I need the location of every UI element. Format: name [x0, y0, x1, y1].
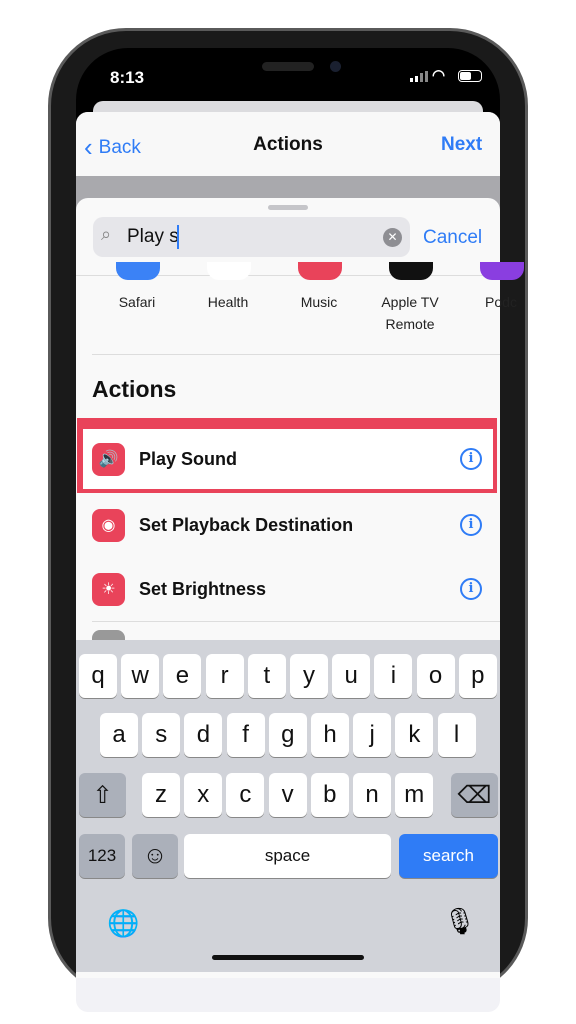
sheet-grabber[interactable] — [268, 205, 308, 210]
back-button[interactable]: ‹ Back — [84, 132, 141, 163]
divider — [92, 354, 500, 355]
app-item[interactable]: Music — [274, 262, 364, 342]
key-g[interactable]: g — [268, 713, 307, 757]
action-row[interactable]: ☀ Set Brightness i — [76, 557, 500, 621]
next-button[interactable]: Next — [441, 134, 482, 156]
key-q[interactable]: q — [79, 654, 117, 698]
info-icon[interactable]: i — [460, 578, 482, 600]
info-icon[interactable]: i — [460, 448, 482, 470]
app-icon — [207, 262, 251, 280]
app-label: Music — [300, 294, 338, 310]
shift-key[interactable]: ⇧ — [79, 773, 126, 817]
key-u[interactable]: u — [332, 654, 371, 698]
app-label: Health — [207, 294, 249, 310]
numbers-key[interactable]: 123 — [79, 834, 125, 878]
key-n[interactable]: n — [353, 773, 391, 817]
search-input[interactable]: ⌕ Play s ✕ — [93, 217, 410, 257]
search-value: Play s — [127, 226, 179, 247]
app-item[interactable]: Podc — [456, 262, 546, 342]
key-t[interactable]: t — [247, 654, 286, 698]
speaker-grille — [262, 62, 314, 71]
delete-key[interactable]: ⌫ — [451, 773, 498, 817]
key-v[interactable]: v — [268, 773, 307, 817]
text-cursor — [177, 225, 179, 249]
info-icon[interactable]: i — [460, 514, 482, 536]
speaker-icon: 🔊 — [92, 442, 125, 476]
chevron-left-icon: ‹ — [84, 132, 93, 162]
key-m[interactable]: m — [395, 773, 434, 817]
action-label: Play Sound — [139, 448, 238, 469]
wifi-icon: ◠ — [432, 67, 446, 84]
action-label: Set Brightness — [139, 578, 267, 599]
search-icon: ⌕ — [101, 224, 112, 244]
key-b[interactable]: b — [310, 773, 349, 817]
signal-icon — [410, 71, 428, 82]
key-s[interactable]: s — [142, 713, 181, 757]
key-x[interactable]: x — [184, 773, 223, 817]
key-w[interactable]: w — [121, 654, 160, 698]
space-key[interactable]: space — [184, 834, 391, 878]
key-a[interactable]: a — [100, 713, 138, 757]
key-j[interactable]: j — [353, 713, 392, 757]
key-i[interactable]: i — [374, 654, 413, 698]
sun-icon: ☀ — [92, 572, 125, 606]
key-o[interactable]: o — [416, 654, 455, 698]
cancel-button[interactable]: Cancel — [423, 227, 482, 249]
app-item[interactable]: Health — [183, 262, 273, 342]
app-label: Apple TV Remote — [381, 294, 439, 332]
key-c[interactable]: c — [226, 773, 265, 817]
key-k[interactable]: k — [395, 713, 434, 757]
back-label: Back — [98, 136, 141, 158]
app-icon — [389, 262, 433, 280]
key-p[interactable]: p — [458, 654, 497, 698]
page-title: Actions — [253, 134, 323, 155]
status-time: 8:13 — [110, 68, 145, 87]
key-z[interactable]: z — [142, 773, 180, 817]
section-header: Actions — [92, 376, 177, 402]
key-e[interactable]: e — [163, 654, 202, 698]
divider — [92, 621, 500, 622]
action-label: Set Playback Destination — [139, 514, 354, 535]
search-key[interactable]: search — [399, 834, 498, 878]
app-item[interactable]: Apple TV Remote — [365, 262, 455, 342]
action-row[interactable]: ◉ Set Playback Destination i — [76, 493, 500, 557]
key-y[interactable]: y — [290, 654, 328, 698]
home-indicator — [212, 955, 364, 960]
app-item[interactable]: Safari — [92, 262, 182, 342]
app-icon — [298, 262, 342, 280]
key-r[interactable]: r — [205, 654, 244, 698]
airplay-audio-icon: ◉ — [92, 508, 125, 542]
battery-icon — [458, 70, 482, 82]
key-h[interactable]: h — [311, 713, 349, 757]
camera — [330, 61, 341, 72]
action-row[interactable]: 🔊 Play Sound i — [83, 429, 493, 489]
app-label: Podc — [485, 294, 517, 310]
clear-icon[interactable]: ✕ — [383, 228, 402, 247]
action-icon-partial — [92, 630, 125, 640]
app-label: Safari — [118, 294, 156, 310]
app-icon — [480, 262, 524, 280]
key-f[interactable]: f — [226, 713, 265, 757]
emoji-key[interactable]: ☺ — [132, 834, 178, 878]
app-icon — [116, 262, 160, 280]
microphone-icon[interactable]: 🎙 — [443, 906, 476, 937]
key-l[interactable]: l — [437, 713, 476, 757]
key-d[interactable]: d — [184, 713, 223, 757]
globe-icon[interactable]: 🌐 — [107, 908, 139, 939]
